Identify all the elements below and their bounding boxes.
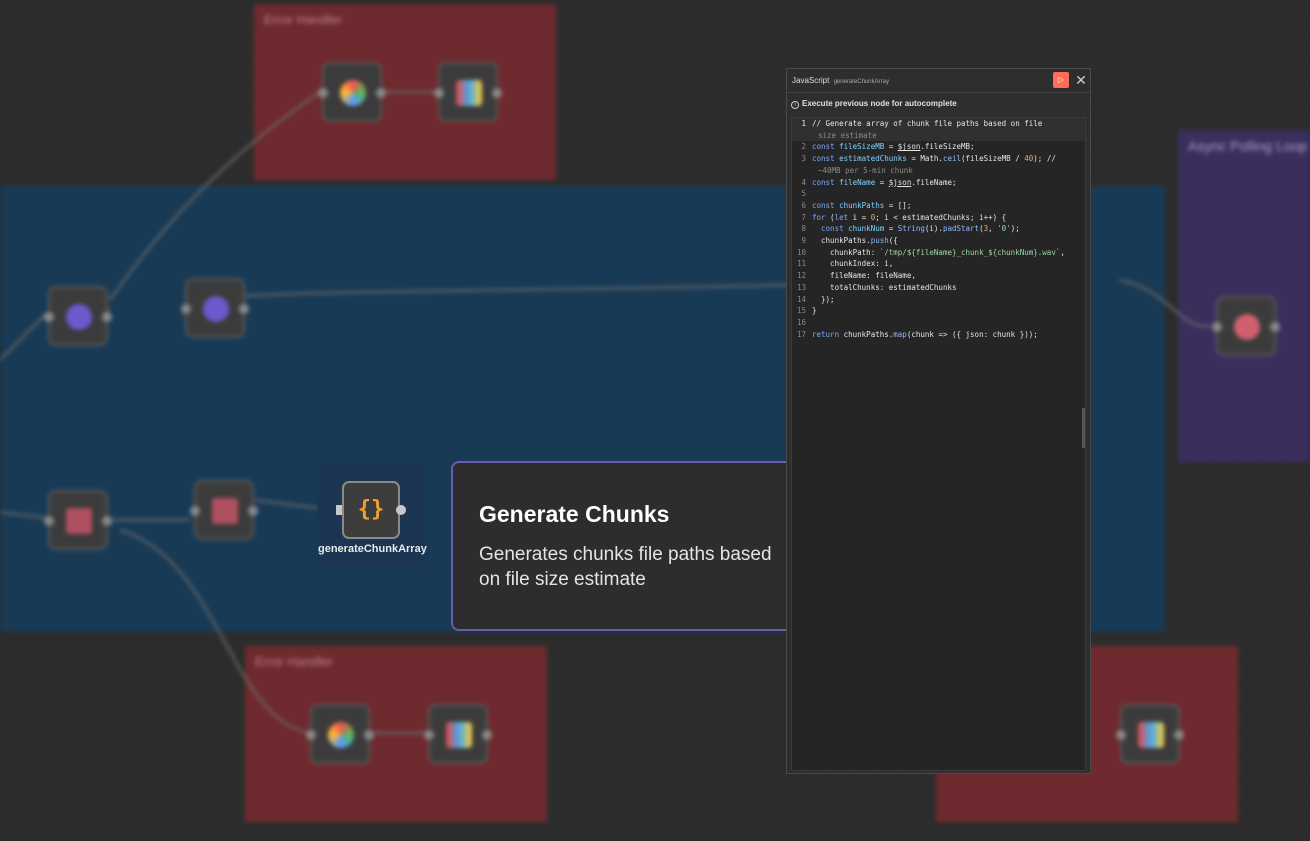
line-number: 10 bbox=[796, 247, 806, 257]
code-line[interactable]: 8 const chunkNum = String(i).padStart(3,… bbox=[792, 223, 1085, 235]
bg-node bbox=[1116, 704, 1184, 764]
code-braces-icon: {} bbox=[357, 497, 385, 522]
code-line[interactable]: 17 return chunkPaths.map(chunk => ({ json… bbox=[792, 329, 1085, 341]
code-line[interactable]: 11 chunkIndex: i, bbox=[792, 258, 1085, 270]
code-line-wrap: size estimate bbox=[792, 129, 1085, 142]
code-line[interactable]: 14 }); bbox=[792, 294, 1085, 306]
bg-node bbox=[181, 278, 249, 338]
code-line[interactable]: 15} bbox=[792, 305, 1085, 317]
code-line[interactable]: 10 chunkPath: `/tmp/${fileName}_chunk_${… bbox=[792, 247, 1085, 259]
code-text: } bbox=[812, 306, 817, 316]
code-line[interactable]: 16 bbox=[792, 317, 1085, 329]
code-line[interactable]: 13 totalChunks: estimatedChunks bbox=[792, 282, 1085, 294]
line-number: 5 bbox=[801, 189, 806, 199]
info-icon: i bbox=[791, 101, 799, 109]
code-text: }); bbox=[812, 294, 835, 304]
code-line[interactable]: 2 const fileSizeMB = $json.fileSizeMB; bbox=[792, 141, 1085, 153]
line-number: 12 bbox=[796, 271, 806, 281]
code-line-wrap: ~40MB per 5-min chunk bbox=[818, 165, 913, 175]
code-line[interactable]: 4 const fileName = $json.fileName; bbox=[792, 177, 1085, 189]
code-text: const chunkPaths = []; bbox=[812, 200, 912, 210]
bg-node bbox=[434, 62, 502, 122]
line-number: 3 bbox=[801, 154, 806, 164]
code-text: fileName: fileName, bbox=[812, 271, 916, 281]
code-text: chunkPath: `/tmp/${fileName}_chunk_${chu… bbox=[812, 247, 1065, 257]
line-number: 6 bbox=[801, 200, 806, 210]
line-number: 15 bbox=[796, 306, 806, 316]
line-number: 8 bbox=[801, 224, 806, 234]
language-label: JavaScript bbox=[792, 76, 830, 85]
bg-node bbox=[44, 490, 112, 550]
line-number: 14 bbox=[796, 294, 806, 304]
panel-header: JavaScript generateChunkArray ▷ ✕ bbox=[787, 69, 1090, 93]
code-editor[interactable]: 1 // Generate array of chunk file paths b… bbox=[791, 117, 1086, 771]
code-text: for (let i = 0; i < estimatedChunks; i++… bbox=[812, 212, 1007, 222]
code-line[interactable]: 7 for (let i = 0; i < estimatedChunks; i+… bbox=[792, 212, 1085, 224]
code-text: const fileName = $json.fileName; bbox=[812, 177, 957, 187]
code-line[interactable]: 6 const chunkPaths = []; bbox=[792, 200, 1085, 212]
code-node-highlight: {} generateChunkArray bbox=[318, 463, 427, 567]
panel-title: JavaScript generateChunkArray bbox=[792, 76, 889, 85]
code-lines: 1 // Generate array of chunk file paths b… bbox=[792, 118, 1085, 340]
node-label: generateChunkArray bbox=[318, 543, 427, 555]
line-number: 17 bbox=[796, 329, 806, 339]
info-card-title: Generate Chunks bbox=[479, 501, 670, 527]
code-text: const estimatedChunks = Math.ceil(fileSi… bbox=[812, 154, 1056, 164]
line-number: 11 bbox=[796, 259, 806, 269]
workflow-canvas: Error Handler Error Handler Async Pollin… bbox=[0, 0, 1310, 841]
run-button[interactable]: ▷ bbox=[1053, 72, 1069, 88]
code-node[interactable]: {} bbox=[342, 481, 400, 539]
bg-node bbox=[44, 286, 112, 346]
code-text: // Generate array of chunk file paths ba… bbox=[812, 119, 1043, 128]
connection-wires bbox=[0, 91, 1211, 734]
code-editor-panel: JavaScript generateChunkArray ▷ ✕ i Execu… bbox=[786, 68, 1091, 774]
code-line[interactable]: 5 bbox=[792, 188, 1085, 200]
code-text: chunkPaths.push({ bbox=[812, 236, 898, 246]
node-info-card: Generate Chunks Generates chunks file pa… bbox=[451, 461, 830, 631]
line-number: 13 bbox=[796, 282, 806, 292]
autocomplete-hint: i Execute previous node for autocomplete bbox=[791, 99, 957, 109]
line-number: 2 bbox=[801, 142, 806, 152]
code-text: totalChunks: estimatedChunks bbox=[812, 282, 957, 292]
node-name-label: generateChunkArray bbox=[833, 79, 889, 85]
line-number: 16 bbox=[796, 317, 806, 327]
code-line[interactable]: 1 // Generate array of chunk file paths b… bbox=[792, 118, 1085, 130]
line-number: 9 bbox=[801, 236, 806, 246]
code-text: return chunkPaths.map(chunk => ({ json: … bbox=[812, 329, 1038, 339]
hint-text: Execute previous node for autocomplete bbox=[802, 99, 957, 108]
line-number: 1 bbox=[801, 119, 806, 128]
code-text: const fileSizeMB = $json.fileSizeMB; bbox=[812, 142, 975, 152]
code-line[interactable]: 12 fileName: fileName, bbox=[792, 270, 1085, 282]
bg-node bbox=[424, 704, 492, 764]
bg-node bbox=[1212, 296, 1280, 356]
code-text: chunkIndex: i, bbox=[812, 259, 894, 269]
editor-scrollbar[interactable] bbox=[1082, 408, 1085, 448]
line-number: 4 bbox=[801, 177, 806, 187]
close-icon[interactable]: ✕ bbox=[1074, 71, 1088, 89]
code-line[interactable]: 3 const estimatedChunks = Math.ceil(fileS… bbox=[792, 153, 1085, 165]
bg-node bbox=[190, 480, 258, 540]
output-port[interactable] bbox=[396, 505, 406, 515]
info-card-description: Generates chunks file paths based on fil… bbox=[479, 544, 772, 590]
code-text: const chunkNum = String(i).padStart(3, '… bbox=[821, 224, 1020, 234]
bg-node bbox=[318, 62, 386, 122]
bg-node bbox=[306, 704, 374, 764]
line-number: 7 bbox=[801, 212, 806, 222]
code-line[interactable]: 9 chunkPaths.push({ bbox=[792, 235, 1085, 247]
